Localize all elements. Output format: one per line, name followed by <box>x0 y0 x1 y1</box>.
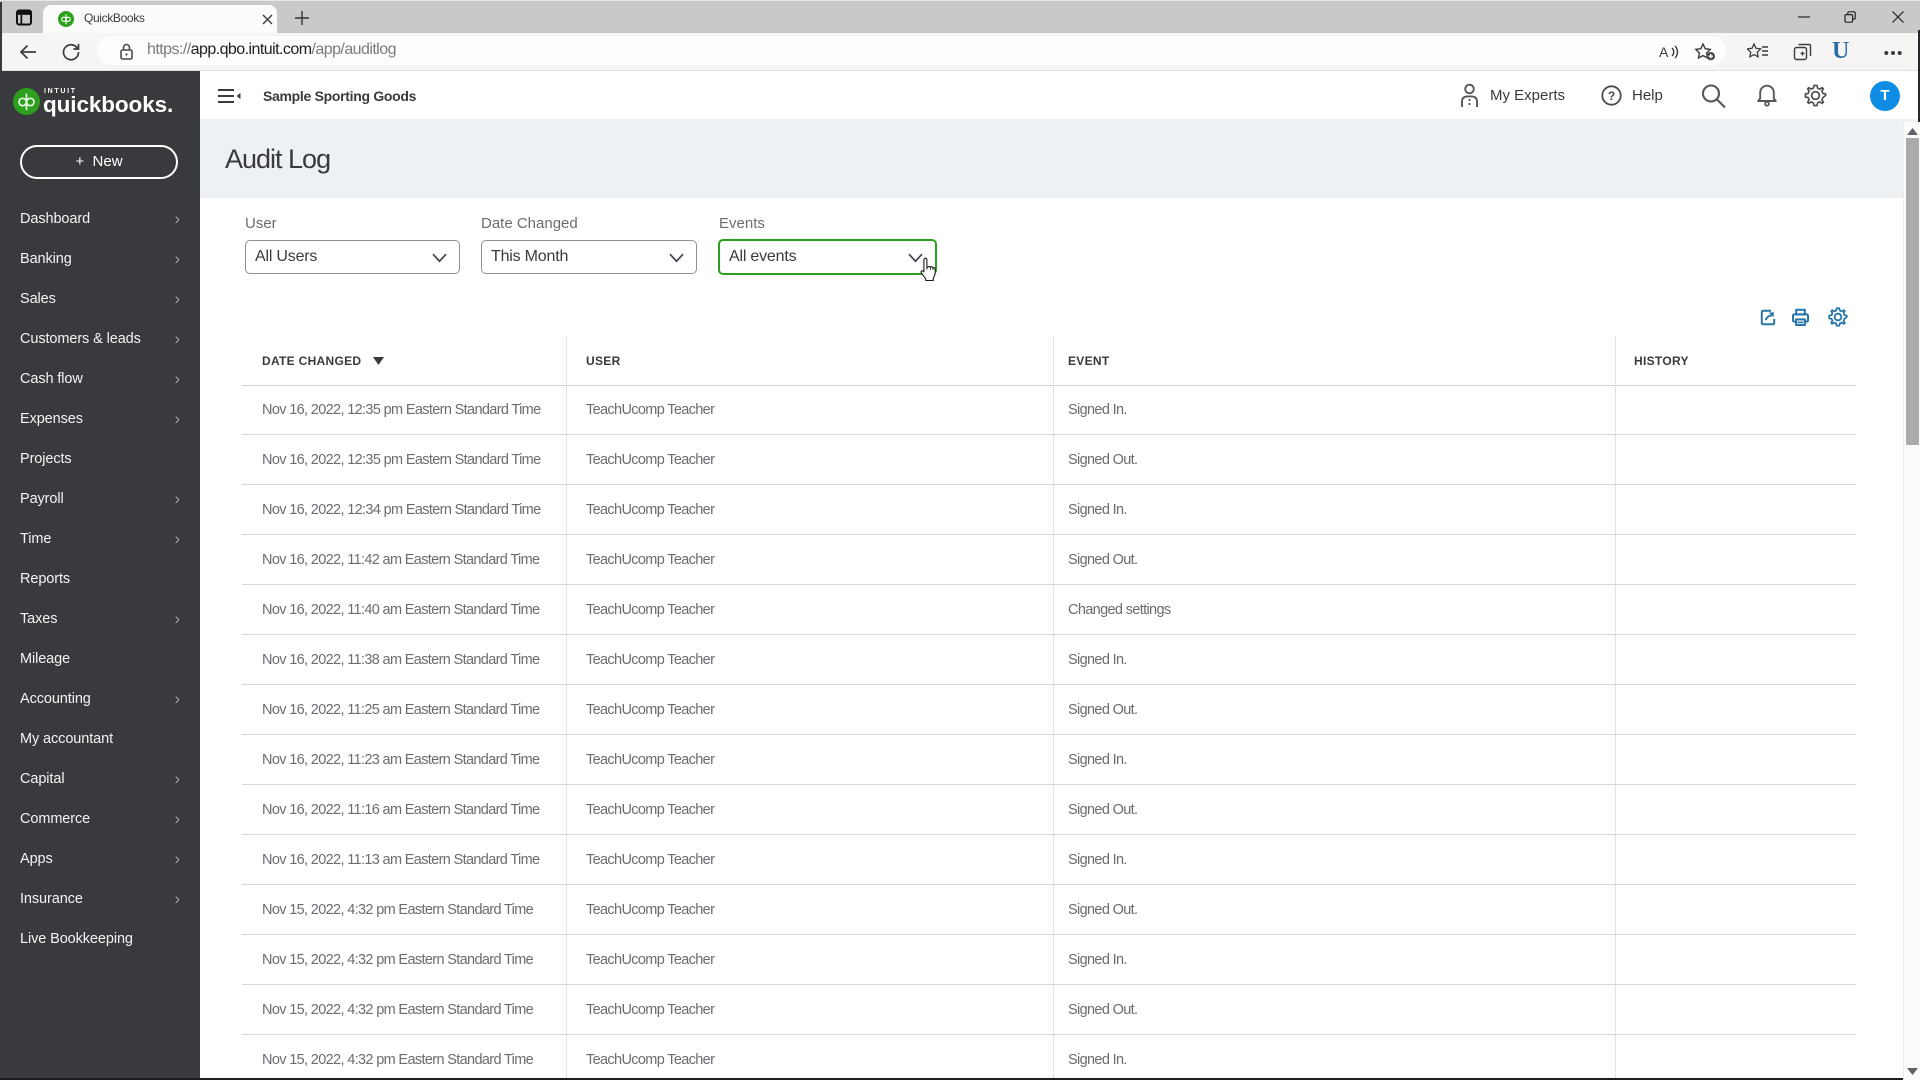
svg-text:A: A <box>1659 44 1669 60</box>
svg-text:?: ? <box>1608 89 1615 103</box>
